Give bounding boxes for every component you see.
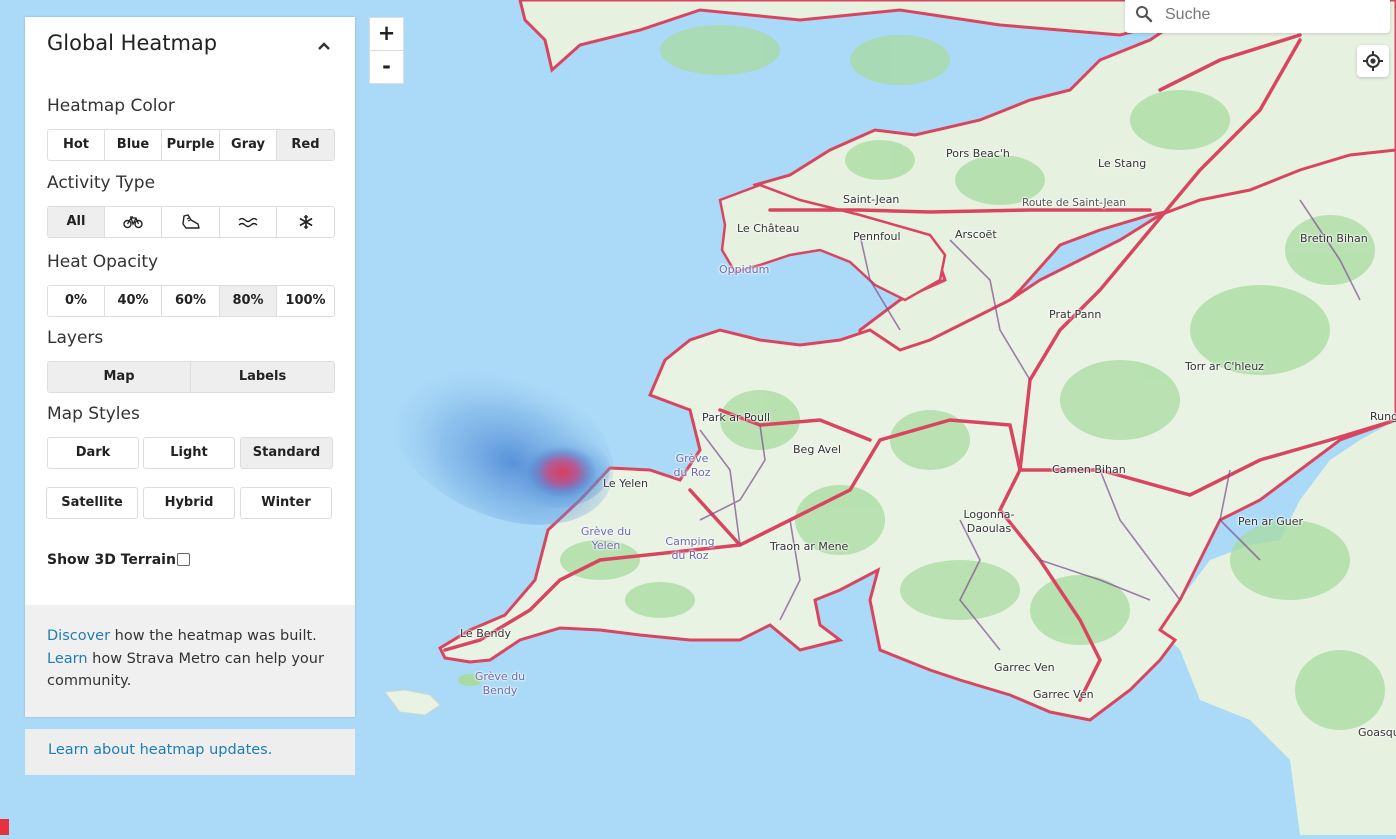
label-camen-bihan: Camen Bihan xyxy=(1052,463,1126,476)
corner-marker xyxy=(0,819,9,835)
activity-type-group: All xyxy=(47,206,335,238)
layers-label: Layers xyxy=(47,328,104,348)
label-le-chateau: Le Château xyxy=(737,222,800,235)
label-oppidum: Oppidum xyxy=(719,263,770,276)
style-option-satellite[interactable]: Satellite xyxy=(46,487,138,519)
label-pen-ar-guer: Pen ar Guer xyxy=(1238,515,1304,528)
layers-group: Map Labels xyxy=(47,361,335,393)
locate-button[interactable] xyxy=(1357,45,1389,77)
footer-text: Discover how the heatmap was built. Lear… xyxy=(47,625,337,693)
style-option-dark[interactable]: Dark xyxy=(47,437,139,469)
panel-title: Global Heatmap xyxy=(47,31,218,55)
activity-option-water[interactable] xyxy=(220,207,277,237)
activity-type-label: Activity Type xyxy=(47,173,156,193)
label-bretin-bihan: Bretin Bihan xyxy=(1300,232,1368,245)
label-saint-jean: Saint-Jean xyxy=(843,193,900,206)
heatmap-color-label: Heatmap Color xyxy=(47,96,175,116)
label-logonna-daoulas: Logonna-Daoulas xyxy=(963,508,1015,535)
label-greve-du-yelen: Grève du Yelen xyxy=(580,525,632,552)
label-camping-du-roz: Camping du Roz xyxy=(665,535,715,562)
terrain-label: Show 3D Terrain xyxy=(47,552,176,568)
activity-option-winter[interactable] xyxy=(277,207,334,237)
activity-option-run[interactable] xyxy=(162,207,220,237)
label-goasqu: Goasqu xyxy=(1358,726,1396,739)
label-rung: Rung xyxy=(1370,410,1396,423)
label-beg-avel: Beg Avel xyxy=(793,443,842,456)
snowflake-icon xyxy=(299,214,312,229)
opacity-option-60[interactable]: 60% xyxy=(162,286,220,316)
opacity-option-0[interactable]: 0% xyxy=(48,286,105,316)
label-traon-ar-mene: Traon ar Mene xyxy=(770,540,849,553)
discover-text: how the heatmap was built. xyxy=(110,628,317,644)
heat-opacity-label: Heat Opacity xyxy=(47,252,159,272)
style-option-standard[interactable]: Standard xyxy=(240,437,333,469)
heat-opacity-group: 0% 40% 60% 80% 100% xyxy=(47,285,335,317)
heatmap-updates-box: Learn about heatmap updates. xyxy=(25,729,355,775)
label-route-saint-jean: Route de Saint-Jean xyxy=(1022,197,1127,209)
search-icon xyxy=(1136,6,1153,23)
search-box xyxy=(1125,0,1390,33)
shoe-icon xyxy=(181,213,200,229)
activity-option-all[interactable]: All xyxy=(48,207,105,237)
opacity-option-40[interactable]: 40% xyxy=(105,286,162,316)
learn-text: how Strava Metro can help your community… xyxy=(47,650,324,690)
collapse-chevron-icon[interactable] xyxy=(317,39,331,53)
crosshair-icon xyxy=(1363,51,1383,71)
label-le-stang: Le Stang xyxy=(1098,157,1147,170)
discover-link[interactable]: Discover xyxy=(47,628,110,644)
learn-link[interactable]: Learn xyxy=(47,651,88,667)
label-garrec-ven-2: Garrec Ven xyxy=(1033,688,1094,701)
label-park-ar-poull: Park ar Poull xyxy=(702,411,771,424)
layer-option-map[interactable]: Map xyxy=(48,362,191,392)
label-le-bendy: Le Bendy xyxy=(460,627,511,640)
opacity-option-100[interactable]: 100% xyxy=(277,286,334,316)
heatmap-color-group: Hot Blue Purple Gray Red xyxy=(47,129,335,161)
label-pennfoul: Pennfoul xyxy=(853,230,901,243)
label-greve-du-roz: Grève du Roz xyxy=(673,452,711,479)
layer-option-labels[interactable]: Labels xyxy=(191,362,334,392)
heatmap-panel: Global Heatmap Heatmap Color Hot Blue Pu… xyxy=(25,17,355,717)
label-le-yelen: Le Yelen xyxy=(603,477,649,490)
zoom-in-button[interactable]: + xyxy=(369,17,404,51)
color-option-red[interactable]: Red xyxy=(277,130,334,160)
label-arscoet: Arscoët xyxy=(955,228,997,241)
search-input[interactable] xyxy=(1163,2,1377,28)
label-garrec-ven-1: Garrec Ven xyxy=(994,661,1055,674)
activity-option-ride[interactable] xyxy=(105,207,162,237)
color-option-gray[interactable]: Gray xyxy=(220,130,277,160)
style-option-hybrid[interactable]: Hybrid xyxy=(143,487,235,519)
style-option-winter[interactable]: Winter xyxy=(240,487,332,519)
heatmap-updates-link[interactable]: Learn about heatmap updates. xyxy=(48,742,272,758)
label-torr-ar-chleuz: Torr ar C'hleuz xyxy=(1185,360,1264,373)
label-pors-beach: Pors Beac'h xyxy=(946,147,1010,160)
zoom-out-button[interactable]: - xyxy=(369,50,404,84)
water-icon xyxy=(238,217,258,227)
color-option-purple[interactable]: Purple xyxy=(162,130,220,160)
terrain-checkbox[interactable] xyxy=(177,553,190,566)
map-styles-label: Map Styles xyxy=(47,404,140,424)
opacity-option-80[interactable]: 80% xyxy=(220,286,277,316)
label-greve-du-bendy: Grève du Bendy xyxy=(474,670,526,697)
style-option-light[interactable]: Light xyxy=(143,437,235,469)
color-option-blue[interactable]: Blue xyxy=(105,130,162,160)
color-option-hot[interactable]: Hot xyxy=(48,130,105,160)
panel-footer: Discover how the heatmap was built. Lear… xyxy=(25,605,355,717)
bike-icon xyxy=(123,215,143,228)
label-prat-pann: Prat Pann xyxy=(1049,308,1102,321)
